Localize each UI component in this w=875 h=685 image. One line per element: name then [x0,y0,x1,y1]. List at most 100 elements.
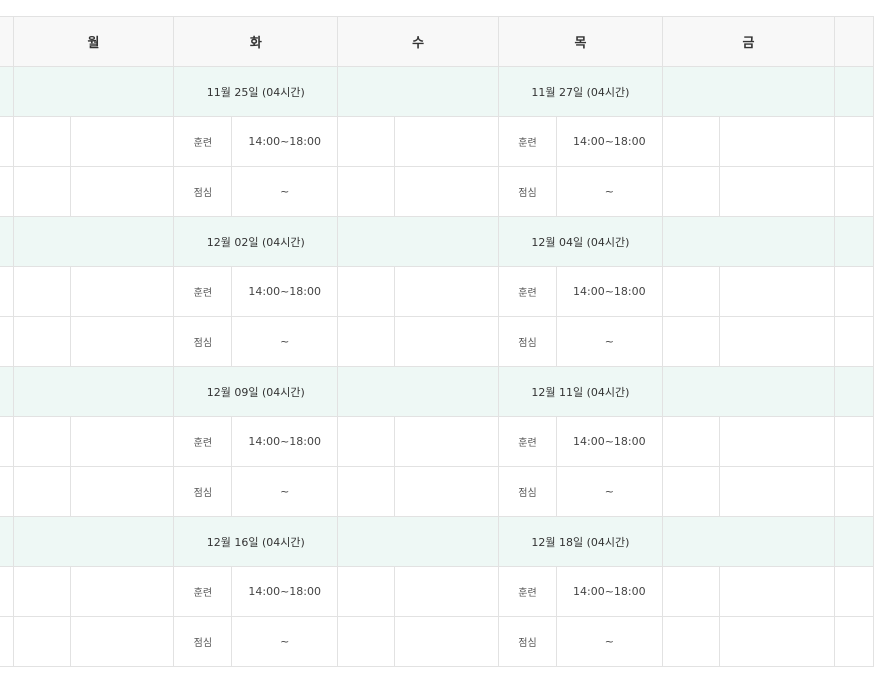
empty-cell [394,116,500,167]
training-time: 14:00~18:00 [555,416,663,467]
training-label: 훈련 [173,566,233,617]
empty-cell [12,116,71,167]
training-time: 14:00~18:00 [555,266,663,317]
empty-cell [69,266,175,317]
lunch-row: 점심 ~ 점심 ~ [0,616,874,667]
edge-cell [0,566,14,617]
date-cell-thursday: 12월 11일 (04시간) [498,366,663,417]
header-monday: 월 [12,16,175,67]
empty-cell [337,116,396,167]
day-header-row: 월 화 수 목 금 [0,16,874,67]
training-row: 훈련 14:00~18:00 훈련 14:00~18:00 [0,566,874,617]
date-cell-friday [661,216,836,267]
lunch-label: 점심 [173,466,233,517]
empty-cell [337,316,396,367]
lunch-label: 점심 [498,316,557,367]
lunch-row: 점심 ~ 점심 ~ [0,166,874,217]
empty-cell [661,266,720,317]
lunch-time: ~ [231,466,339,517]
training-label: 훈련 [173,116,233,167]
lunch-row: 점심 ~ 점심 ~ [0,466,874,517]
lunch-time: ~ [555,316,663,367]
edge-cell [834,416,874,467]
empty-cell [661,616,720,667]
week-date-row: 11월 25일 (04시간) 11월 27일 (04시간) [0,66,874,117]
empty-cell [718,616,836,667]
edge-cell [0,416,14,467]
date-edge-right [834,216,874,267]
lunch-time: ~ [231,616,339,667]
training-time: 14:00~18:00 [231,116,339,167]
empty-cell [69,466,175,517]
empty-cell [337,466,396,517]
empty-cell [69,566,175,617]
date-cell-tuesday: 12월 09일 (04시간) [173,366,339,417]
header-tuesday: 화 [173,16,339,67]
date-cell-monday [12,366,175,417]
header-friday: 금 [661,16,836,67]
lunch-time: ~ [555,166,663,217]
week-date-row: 12월 16일 (04시간) 12월 18일 (04시간) [0,516,874,567]
lunch-label: 점심 [498,616,557,667]
schedule-table: 월 화 수 목 금 11월 25일 (04시간) 11월 27일 (04시간) … [0,16,874,667]
edge-cell [0,116,14,167]
empty-cell [12,266,71,317]
training-label: 훈련 [173,266,233,317]
empty-cell [394,266,500,317]
date-cell-monday [12,216,175,267]
header-edge-left [0,16,14,67]
training-row: 훈련 14:00~18:00 훈련 14:00~18:00 [0,266,874,317]
header-edge-right [834,16,874,67]
empty-cell [337,616,396,667]
empty-cell [661,116,720,167]
training-label: 훈련 [498,116,557,167]
empty-cell [337,416,396,467]
header-wednesday: 수 [337,16,500,67]
edge-cell [0,166,14,217]
date-cell-wednesday [337,216,500,267]
empty-cell [394,466,500,517]
edge-cell [834,266,874,317]
empty-cell [337,266,396,317]
empty-cell [69,616,175,667]
edge-cell [0,616,14,667]
training-time: 14:00~18:00 [555,566,663,617]
date-cell-friday [661,516,836,567]
date-cell-friday [661,366,836,417]
edge-cell [834,616,874,667]
header-thursday: 목 [498,16,663,67]
lunch-label: 점심 [173,616,233,667]
training-label: 훈련 [498,566,557,617]
edge-cell [0,266,14,317]
training-label: 훈련 [498,266,557,317]
empty-cell [661,416,720,467]
date-edge-left [0,216,14,267]
empty-cell [394,166,500,217]
empty-cell [12,566,71,617]
empty-cell [661,566,720,617]
lunch-label: 점심 [498,466,557,517]
training-row: 훈련 14:00~18:00 훈련 14:00~18:00 [0,116,874,167]
empty-cell [718,416,836,467]
date-cell-monday [12,66,175,117]
date-cell-thursday: 11월 27일 (04시간) [498,66,663,117]
empty-cell [69,416,175,467]
training-time: 14:00~18:00 [231,266,339,317]
edge-cell [834,116,874,167]
date-cell-monday [12,516,175,567]
date-edge-right [834,66,874,117]
date-edge-right [834,366,874,417]
empty-cell [337,166,396,217]
date-cell-friday [661,66,836,117]
date-edge-left [0,66,14,117]
empty-cell [394,566,500,617]
training-time: 14:00~18:00 [555,116,663,167]
training-time: 14:00~18:00 [231,566,339,617]
training-time: 14:00~18:00 [231,416,339,467]
week-date-row: 12월 02일 (04시간) 12월 04일 (04시간) [0,216,874,267]
empty-cell [12,616,71,667]
empty-cell [337,566,396,617]
date-cell-thursday: 12월 18일 (04시간) [498,516,663,567]
empty-cell [718,166,836,217]
date-cell-wednesday [337,366,500,417]
